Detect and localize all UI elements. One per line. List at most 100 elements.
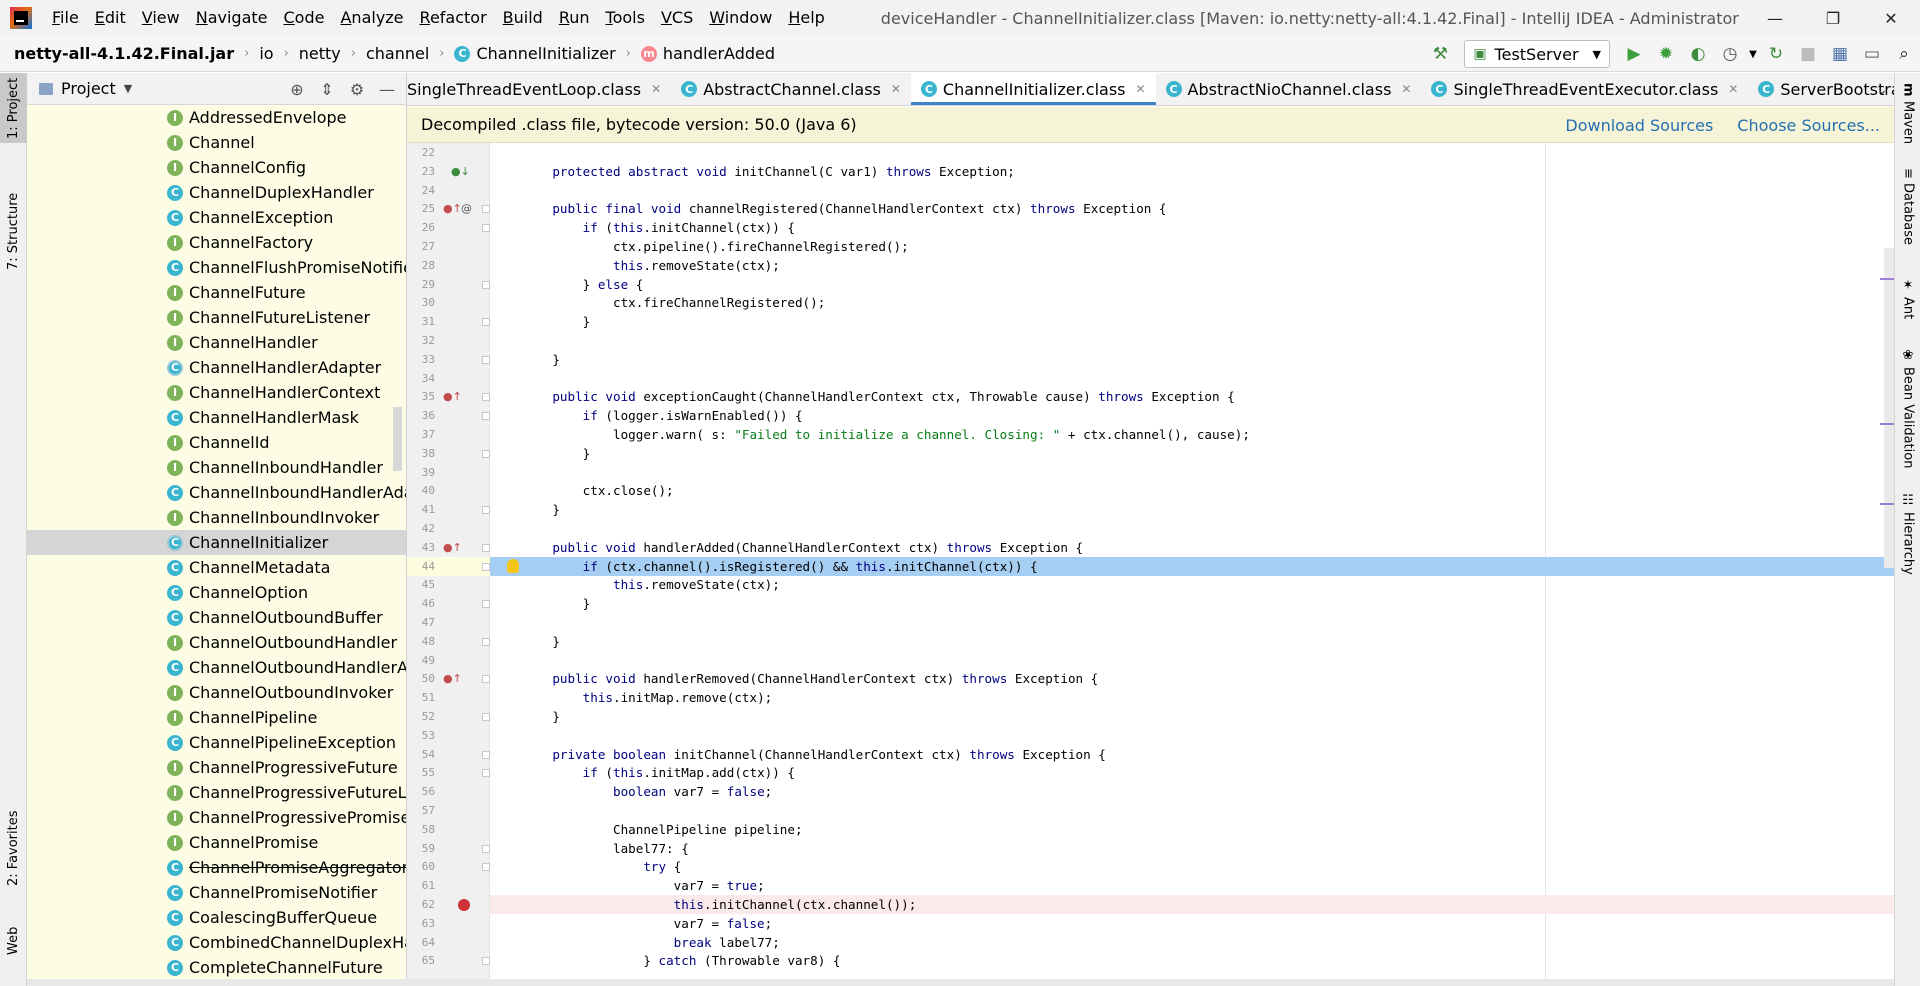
overrides-icon[interactable]: ●↑ (443, 669, 462, 688)
fold-marker-icon[interactable] (482, 449, 490, 458)
tree-item[interactable]: C CoalescingBufferQueue (27, 905, 406, 930)
menu-navigate[interactable]: Navigate (188, 0, 276, 36)
editor-tab[interactable]: SingleThreadEventLoop.class ✕ (407, 73, 671, 105)
fold-marker-icon[interactable] (482, 844, 490, 853)
code-line[interactable]: this.initChannel(ctx.channel()); (490, 895, 1894, 914)
code-line[interactable]: private boolean initChannel(ChannelHandl… (490, 745, 1894, 764)
tree-item[interactable]: C CompleteChannelFuture (27, 955, 406, 980)
tree-item[interactable]: I ChannelOutboundInvoker (27, 680, 406, 705)
close-tab-icon[interactable]: ✕ (891, 82, 901, 96)
tool-tab-ant[interactable]: ✶ Ant (1895, 278, 1920, 338)
fold-marker-icon[interactable] (482, 280, 490, 289)
hide-icon[interactable]: — (372, 80, 402, 99)
editor-tab[interactable]: C ChannelInitializer.class ✕ (910, 73, 1156, 105)
tree-item[interactable]: I ChannelPipeline (27, 705, 406, 730)
tree-item[interactable]: I ChannelFactory (27, 230, 406, 255)
code-line[interactable]: } catch (Throwable var8) { (490, 951, 1894, 970)
menu-build[interactable]: Build (495, 0, 551, 36)
breadcrumb-channel[interactable]: channel (356, 44, 429, 63)
minimize-icon[interactable]: — (1746, 0, 1804, 36)
choose-sources-link[interactable]: Choose Sources... (1737, 116, 1880, 135)
code-line[interactable] (490, 651, 1894, 670)
fold-marker-icon[interactable] (482, 957, 490, 966)
code-line[interactable]: this.removeState(ctx); (490, 575, 1894, 594)
tree-item[interactable]: I ChannelOutboundHandler (27, 630, 406, 655)
code-area[interactable]: protected abstract void initChannel(C va… (490, 143, 1894, 986)
code-line[interactable]: } (490, 350, 1894, 369)
horizontal-scrollbar[interactable] (27, 979, 1894, 986)
tool-tab-maven[interactable]: m Maven (1895, 83, 1920, 153)
code-line[interactable]: } (490, 312, 1894, 331)
code-line[interactable]: ctx.pipeline().fireChannelRegistered(); (490, 237, 1894, 256)
menu-code[interactable]: Code (276, 0, 333, 36)
editor-tab[interactable]: CServerBootstrap.class✕ (1748, 73, 1894, 105)
close-icon[interactable]: ✕ (1862, 0, 1920, 36)
fold-marker-icon[interactable] (482, 318, 490, 327)
tree-item[interactable]: I ChannelInboundInvoker (27, 505, 406, 530)
annotation-icon[interactable]: @ (461, 199, 472, 218)
code-line[interactable]: this.initMap.remove(ctx); (490, 688, 1894, 707)
tree-item[interactable]: C ChannelFlushPromiseNotifier (27, 255, 406, 280)
code-line[interactable] (490, 726, 1894, 745)
locate-icon[interactable]: ⊕ (282, 80, 312, 99)
code-line[interactable] (490, 181, 1894, 200)
editor-tab[interactable]: C AbstractChannel.class ✕ (671, 73, 911, 105)
fold-marker-icon[interactable] (482, 769, 490, 778)
tabs-overflow-icon[interactable]: ⌄ (1876, 73, 1888, 105)
tree-item[interactable]: I ChannelId (27, 430, 406, 455)
overrides-icon[interactable]: ●↑ (443, 538, 462, 557)
tree-item[interactable]: I ChannelProgressiveFuture (27, 755, 406, 780)
breadcrumb-method[interactable]: m handlerAdded (631, 44, 775, 63)
implemented-icon[interactable]: ●↓ (451, 162, 470, 181)
code-line[interactable]: public void exceptionCaught(ChannelHandl… (490, 387, 1894, 406)
error-stripe-mark[interactable] (1880, 503, 1894, 505)
tree-item[interactable]: I ChannelConfig (27, 155, 406, 180)
run-configuration-select[interactable]: ▣ TestServer ▼ (1464, 40, 1610, 68)
fold-marker-icon[interactable] (482, 506, 490, 515)
editor-scrollbar[interactable] (1884, 248, 1894, 568)
tool-tab-project[interactable]: 1: Project (0, 73, 27, 143)
tool-tab-web[interactable]: Web (0, 911, 27, 971)
tree-item[interactable]: C ChannelPipelineException (27, 730, 406, 755)
menu-help[interactable]: Help (780, 0, 832, 36)
menu-vcs[interactable]: VCS (653, 0, 701, 36)
tree-item[interactable]: C ChannelException (27, 205, 406, 230)
fold-marker-icon[interactable] (482, 562, 490, 571)
code-line[interactable]: ctx.fireChannelRegistered(); (490, 293, 1894, 312)
code-line[interactable]: protected abstract void initChannel(C va… (490, 162, 1894, 181)
fold-marker-icon[interactable] (482, 205, 490, 214)
menu-refactor[interactable]: Refactor (412, 0, 495, 36)
gear-icon[interactable]: ⚙ (342, 80, 372, 99)
project-tree-scrollbar[interactable] (393, 407, 402, 471)
run-icon[interactable]: ▶ (1618, 38, 1650, 70)
code-line[interactable]: ctx.close(); (490, 481, 1894, 500)
tool-tab-structure[interactable]: 7: Structure (0, 181, 27, 281)
fold-marker-icon[interactable] (482, 600, 490, 609)
code-line[interactable] (490, 613, 1894, 632)
breakpoint-icon[interactable] (458, 899, 470, 911)
error-stripe-mark[interactable] (1880, 278, 1894, 280)
code-line[interactable]: boolean var7 = false; (490, 782, 1894, 801)
code-line[interactable]: ChannelPipeline pipeline; (490, 820, 1894, 839)
overrides-icon[interactable]: ●↑ (443, 199, 462, 218)
code-line[interactable]: break label77; (490, 933, 1894, 952)
tree-item[interactable]: I AddressedEnvelope (27, 105, 406, 130)
tree-item[interactable]: C ChannelOutboundHandlerAdapter (27, 655, 406, 680)
fold-marker-icon[interactable] (482, 393, 490, 402)
fold-marker-icon[interactable] (482, 675, 490, 684)
tree-item[interactable]: C ChannelMetadata (27, 555, 406, 580)
code-line[interactable]: if (ctx.channel().isRegistered() && this… (490, 556, 1894, 576)
tree-item[interactable]: C ChannelHandlerMask (27, 405, 406, 430)
tree-item[interactable]: C ChannelPromiseAggregator (27, 855, 406, 880)
menu-run[interactable]: Run (551, 0, 598, 36)
tree-item[interactable]: I ChannelHandler (27, 330, 406, 355)
tree-item[interactable]: C ChannelOption (27, 580, 406, 605)
layout-icon[interactable]: ▭ (1856, 38, 1888, 70)
fold-marker-icon[interactable] (482, 355, 490, 364)
code-line[interactable]: } (490, 594, 1894, 613)
tree-item[interactable]: I ChannelFutureListener (27, 305, 406, 330)
tool-tab-database[interactable]: ≡ Database (1895, 168, 1920, 268)
tree-item[interactable]: I ChannelInboundHandler (27, 455, 406, 480)
code-line[interactable] (490, 519, 1894, 538)
tree-item[interactable]: C ChannelHandlerAdapter (27, 355, 406, 380)
